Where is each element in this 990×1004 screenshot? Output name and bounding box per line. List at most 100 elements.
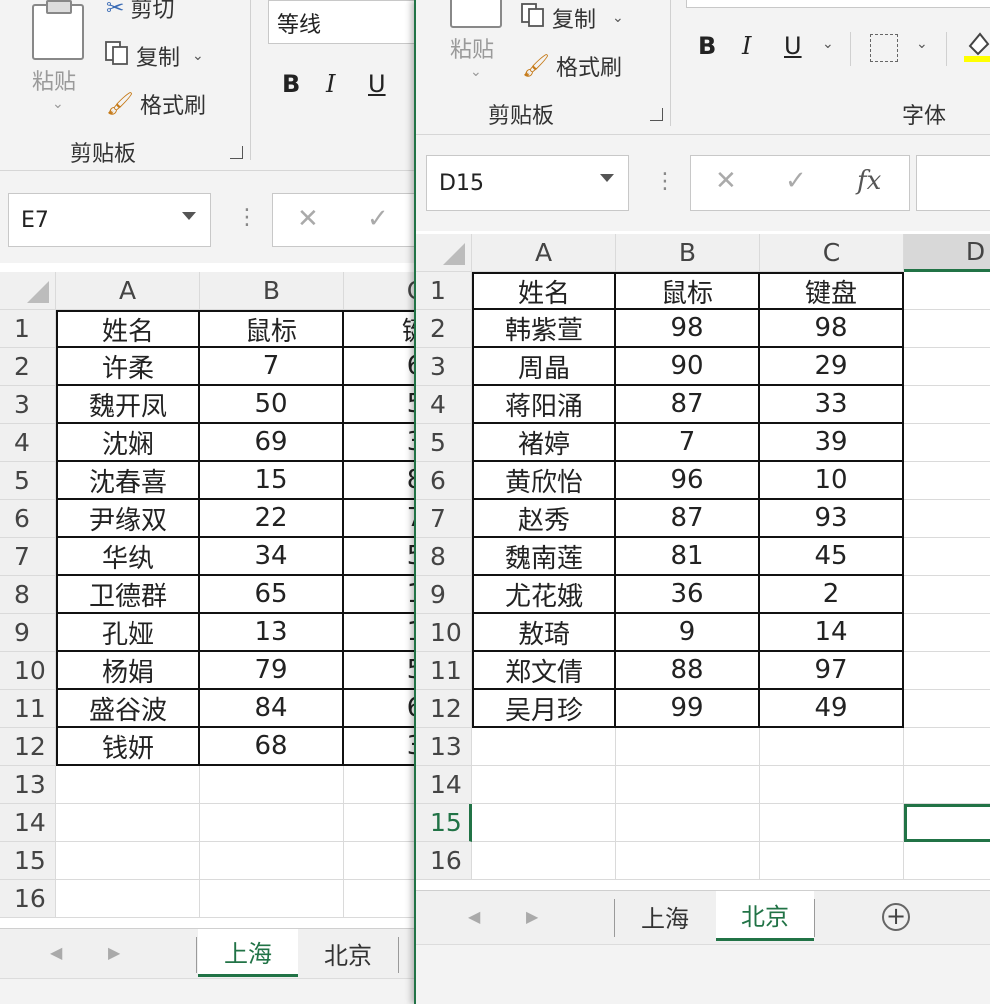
cell-c12[interactable]: 49 xyxy=(760,690,904,728)
tab-scroll-right-icon[interactable]: ▶ xyxy=(526,907,538,926)
row-header[interactable]: 7 xyxy=(0,538,56,576)
cell-b10[interactable]: 9 xyxy=(616,614,760,652)
cell-a5[interactable]: 沈春喜 xyxy=(56,462,200,500)
row-header[interactable]: 3 xyxy=(416,348,472,386)
font-name-box[interactable]: 等线 xyxy=(268,0,414,44)
row-header[interactable]: 3 xyxy=(0,386,56,424)
format-painter-button[interactable]: 🖌 格式刷 xyxy=(106,88,206,120)
cell-c5[interactable]: 8 xyxy=(344,462,414,500)
cell-b15[interactable] xyxy=(200,842,344,880)
cell-d14[interactable] xyxy=(904,766,990,804)
row-header[interactable]: 14 xyxy=(0,804,56,842)
clipboard-launcher-icon[interactable] xyxy=(230,146,243,159)
cell-a7[interactable]: 赵秀 xyxy=(472,500,616,538)
cell-a1[interactable]: 姓名 xyxy=(56,310,200,348)
cell-c14[interactable] xyxy=(760,766,904,804)
row-header[interactable]: 10 xyxy=(0,652,56,690)
cell-c2[interactable]: 98 xyxy=(760,310,904,348)
cell-b16[interactable] xyxy=(200,880,344,918)
row-header[interactable]: 4 xyxy=(0,424,56,462)
cell-b14[interactable] xyxy=(200,804,344,842)
row-header[interactable]: 12 xyxy=(416,690,472,728)
column-header-a[interactable]: A xyxy=(56,272,200,310)
cell-b8[interactable]: 81 xyxy=(616,538,760,576)
cell-b13[interactable] xyxy=(616,728,760,766)
row-header[interactable]: 10 xyxy=(416,614,472,652)
column-header-b[interactable]: B xyxy=(616,234,760,272)
cell-a2[interactable]: 韩紫萱 xyxy=(472,310,616,348)
cell-c14[interactable] xyxy=(344,804,414,842)
cell-b1[interactable]: 鼠标 xyxy=(200,310,344,348)
cell-b6[interactable]: 96 xyxy=(616,462,760,500)
cell-d13[interactable] xyxy=(904,728,990,766)
cell-c2[interactable]: 6 xyxy=(344,348,414,386)
clipboard-launcher-icon[interactable] xyxy=(650,108,663,121)
cell-d5[interactable] xyxy=(904,424,990,462)
format-painter-button[interactable]: 🖌 格式刷 xyxy=(522,50,622,82)
row-header[interactable]: 9 xyxy=(416,576,472,614)
cell-a11[interactable]: 郑文倩 xyxy=(472,652,616,690)
cell-b7[interactable]: 34 xyxy=(200,538,344,576)
cell-a7[interactable]: 华纨 xyxy=(56,538,200,576)
cell-a1[interactable]: 姓名 xyxy=(472,272,616,310)
cell-c16[interactable] xyxy=(344,880,414,918)
cell-b3[interactable]: 90 xyxy=(616,348,760,386)
cell-b2[interactable]: 7 xyxy=(200,348,344,386)
cell-c11[interactable]: 6 xyxy=(344,690,414,728)
cell-c8[interactable]: 1 xyxy=(344,576,414,614)
italic-button[interactable]: I xyxy=(326,70,335,98)
cell-a13[interactable] xyxy=(472,728,616,766)
row-header[interactable]: 13 xyxy=(416,728,472,766)
row-header[interactable]: 13 xyxy=(0,766,56,804)
cell-a8[interactable]: 卫德群 xyxy=(56,576,200,614)
cell-c13[interactable] xyxy=(344,766,414,804)
cell-b10[interactable]: 79 xyxy=(200,652,344,690)
cell-b15[interactable] xyxy=(616,804,760,842)
select-all-corner[interactable] xyxy=(416,234,472,272)
cell-b2[interactable]: 98 xyxy=(616,310,760,348)
cell-d10[interactable] xyxy=(904,614,990,652)
cell-d3[interactable] xyxy=(904,348,990,386)
cell-c10[interactable]: 5 xyxy=(344,652,414,690)
cell-b4[interactable]: 69 xyxy=(200,424,344,462)
row-header[interactable]: 1 xyxy=(0,310,56,348)
row-header[interactable]: 12 xyxy=(0,728,56,766)
cell-a8[interactable]: 魏南莲 xyxy=(472,538,616,576)
cell-d6[interactable] xyxy=(904,462,990,500)
cell-a10[interactable]: 敖琦 xyxy=(472,614,616,652)
column-header-b[interactable]: B xyxy=(200,272,344,310)
row-header[interactable]: 16 xyxy=(416,842,472,880)
column-header-c[interactable]: C xyxy=(344,272,414,310)
underline-button[interactable]: U xyxy=(368,70,386,98)
cell-d4[interactable] xyxy=(904,386,990,424)
name-box[interactable]: D15 xyxy=(426,155,629,211)
italic-button[interactable]: I xyxy=(742,32,751,60)
cell-a14[interactable] xyxy=(472,766,616,804)
cell-c10[interactable]: 14 xyxy=(760,614,904,652)
cell-d8[interactable] xyxy=(904,538,990,576)
row-header[interactable]: 6 xyxy=(416,462,472,500)
cell-d7[interactable] xyxy=(904,500,990,538)
cell-c8[interactable]: 45 xyxy=(760,538,904,576)
copy-dropdown-icon[interactable]: ⌄ xyxy=(612,10,624,26)
cell-a10[interactable]: 杨娟 xyxy=(56,652,200,690)
cell-b13[interactable] xyxy=(200,766,344,804)
formula-input[interactable] xyxy=(916,155,990,211)
row-header[interactable]: 11 xyxy=(416,652,472,690)
cell-c6[interactable]: 7 xyxy=(344,500,414,538)
tab-beijing[interactable]: 北京 xyxy=(716,891,814,941)
tab-shanghai[interactable]: 上海 xyxy=(198,929,298,977)
insert-function-icon[interactable]: fx xyxy=(857,166,881,196)
cell-d16[interactable] xyxy=(904,842,990,880)
cell-a16[interactable] xyxy=(56,880,200,918)
cell-c13[interactable] xyxy=(760,728,904,766)
column-header-d[interactable]: D xyxy=(904,234,990,272)
cell-c1[interactable]: 键 xyxy=(344,310,414,348)
row-header[interactable]: 15 xyxy=(416,804,472,842)
cell-c3[interactable]: 5 xyxy=(344,386,414,424)
cell-a11[interactable]: 盛谷波 xyxy=(56,690,200,728)
row-header[interactable]: 15 xyxy=(0,842,56,880)
tab-shanghai[interactable]: 上海 xyxy=(616,891,714,941)
select-all-corner[interactable] xyxy=(0,272,56,310)
cell-c9[interactable]: 1 xyxy=(344,614,414,652)
